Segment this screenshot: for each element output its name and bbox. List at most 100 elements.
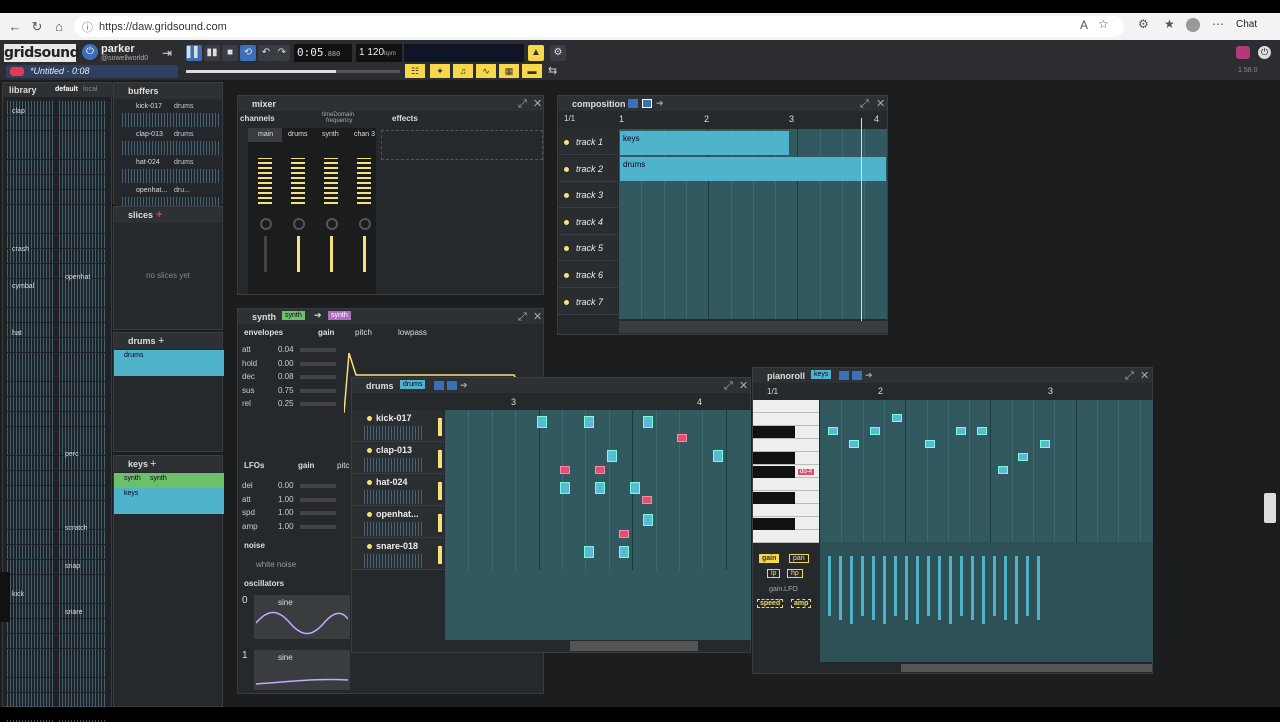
track-toggle[interactable] [564,299,569,305]
library-sample[interactable] [59,204,107,219]
piano-note[interactable] [892,414,902,422]
piano-black-key[interactable] [753,452,795,464]
env-tab-gain[interactable]: gain [318,328,334,337]
library-sample[interactable] [59,426,107,441]
track-toggle[interactable] [564,273,569,278]
library-group-openhat[interactable]: openhat [65,274,90,281]
lfo-param-slider[interactable] [300,524,336,529]
more-icon[interactable]: ⋯ [1212,17,1224,31]
time-display[interactable]: 0:05.880 [294,44,352,62]
composition-measure[interactable]: 1/1 [564,114,575,123]
library-sample[interactable] [59,530,107,545]
composition-play-button[interactable] [628,99,638,108]
drum-hit[interactable] [607,450,617,462]
track-row[interactable]: track 1 [558,129,618,155]
drums-add-icon[interactable]: + [158,335,164,347]
velocity-bar[interactable] [828,556,831,616]
window-piano-toggle[interactable]: ▬ [522,64,542,78]
library-group-snare[interactable]: snare [65,609,83,616]
track-row[interactable]: track 5 [558,235,618,262]
library-sample[interactable] [59,367,107,382]
lfo-param-slider[interactable] [300,511,336,515]
piano-white-key[interactable] [753,400,819,413]
piano-note[interactable] [1018,453,1028,461]
drum-hit-selected[interactable] [595,466,605,474]
piano-black-key[interactable] [753,466,795,478]
record-icon[interactable] [1236,46,1250,59]
piano-black-key[interactable] [753,492,795,504]
window-drums-toggle[interactable]: ▦ [499,64,519,78]
volume-fader[interactable] [363,236,366,272]
velocity-bar[interactable] [1026,556,1029,616]
drum-channel-row[interactable]: openhat... [352,506,444,538]
piano-note[interactable] [925,440,935,448]
library-sample[interactable] [59,115,107,130]
effects-dropzone[interactable] [381,130,543,160]
track-row[interactable]: track 7 [558,288,618,315]
library-group-kick[interactable]: kick [12,591,24,598]
velocity-bar[interactable] [949,556,952,624]
profile-avatar[interactable] [1186,18,1200,32]
home-icon[interactable]: ⌂ [48,16,70,38]
velocity-bar[interactable] [1037,556,1040,620]
library-sample[interactable] [7,693,55,707]
composition-playhead[interactable] [861,118,862,321]
library-group-clap[interactable]: clap [12,108,25,115]
pan-knob[interactable] [326,218,338,230]
keys-list-item[interactable]: keys [114,488,224,514]
velocity-bar[interactable] [883,556,886,624]
volume-fader[interactable] [264,236,267,272]
mixer-close-icon[interactable]: ✕ [533,97,542,110]
env-param-slider[interactable] [300,361,336,366]
library-sample[interactable] [7,545,55,559]
library-sample[interactable] [7,308,55,323]
window-lfo-toggle[interactable]: ∿ [476,64,496,78]
redo-button[interactable]: ↷ [274,45,290,61]
track-toggle[interactable] [564,246,569,252]
composition-stop-button[interactable] [642,99,652,108]
volume-fader[interactable] [330,236,333,272]
pianoroll-close-icon[interactable]: ✕ [1140,369,1149,382]
extensions-icon[interactable]: ⚙ [1138,17,1149,31]
library-sample[interactable] [59,411,107,426]
pan-knob[interactable] [359,218,371,230]
piano-note[interactable] [849,440,859,448]
pianoroll-ruler[interactable]: 23 [820,385,1153,399]
read-aloud-icon[interactable]: A [1080,18,1088,32]
drum-hit[interactable] [619,546,629,558]
pianoroll-maximize-icon[interactable]: ⤢ [1125,370,1134,383]
keys-synth-row[interactable]: synth synth [114,473,224,488]
osc-1-wave[interactable]: sine [254,650,350,690]
piano-note[interactable] [956,427,966,435]
library-sample[interactable] [59,293,107,308]
velocity-bar[interactable] [850,556,853,624]
library-sample[interactable] [59,633,107,648]
track-row[interactable]: track 3 [558,182,618,209]
env-param-slider[interactable] [300,375,336,379]
library-sample[interactable] [7,663,55,678]
velocity-bar[interactable] [927,556,930,616]
drums-scrollbar[interactable] [570,641,698,651]
window-synth-toggle[interactable]: ♫ [453,64,473,78]
library-sample[interactable] [59,145,107,160]
piano-white-key[interactable] [753,478,819,491]
library-sample[interactable] [7,530,55,545]
pianoroll-stop-button[interactable] [852,371,862,380]
favorites-bar-icon[interactable]: ★ [1164,17,1175,31]
composition-close-icon[interactable]: ✕ [876,97,885,110]
velocity-bar[interactable] [1015,556,1018,624]
prop-speed-button[interactable]: speed [757,599,784,608]
prop-hp-button[interactable]: hp [787,569,803,578]
library-sample[interactable] [59,485,107,500]
piano-black-key[interactable] [753,518,795,530]
piano-black-key[interactable] [753,426,795,438]
drum-channel-row[interactable]: hat-024 [352,474,444,506]
library-sample[interactable] [7,471,55,485]
pan-knob[interactable] [293,218,305,230]
piano-note[interactable] [828,427,838,435]
library-sample[interactable] [7,367,55,382]
library-sample[interactable] [7,426,55,441]
prop-lp-button[interactable]: lp [767,569,781,578]
library-sample[interactable] [59,130,107,145]
env-tab-pitch[interactable]: pitch [355,328,372,337]
